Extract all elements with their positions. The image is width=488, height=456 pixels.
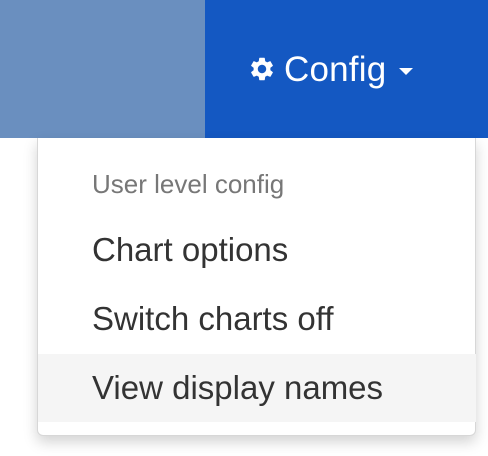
menu-item-view-display-names[interactable]: View display names [38, 354, 476, 422]
page: Config User level config Chart options S… [0, 0, 488, 456]
config-label: Config [284, 49, 387, 89]
config-dropdown-toggle[interactable]: Config [205, 0, 488, 138]
gear-icon [251, 57, 273, 81]
config-dropdown-menu: User level config Chart options Switch c… [37, 138, 476, 436]
menu-item-switch-charts-off[interactable]: Switch charts off [38, 285, 476, 353]
menu-item-chart-options[interactable]: Chart options [38, 216, 476, 284]
caret-down-icon [399, 67, 414, 75]
dropdown-header: User level config [92, 169, 285, 199]
navbar: Config [0, 0, 488, 138]
